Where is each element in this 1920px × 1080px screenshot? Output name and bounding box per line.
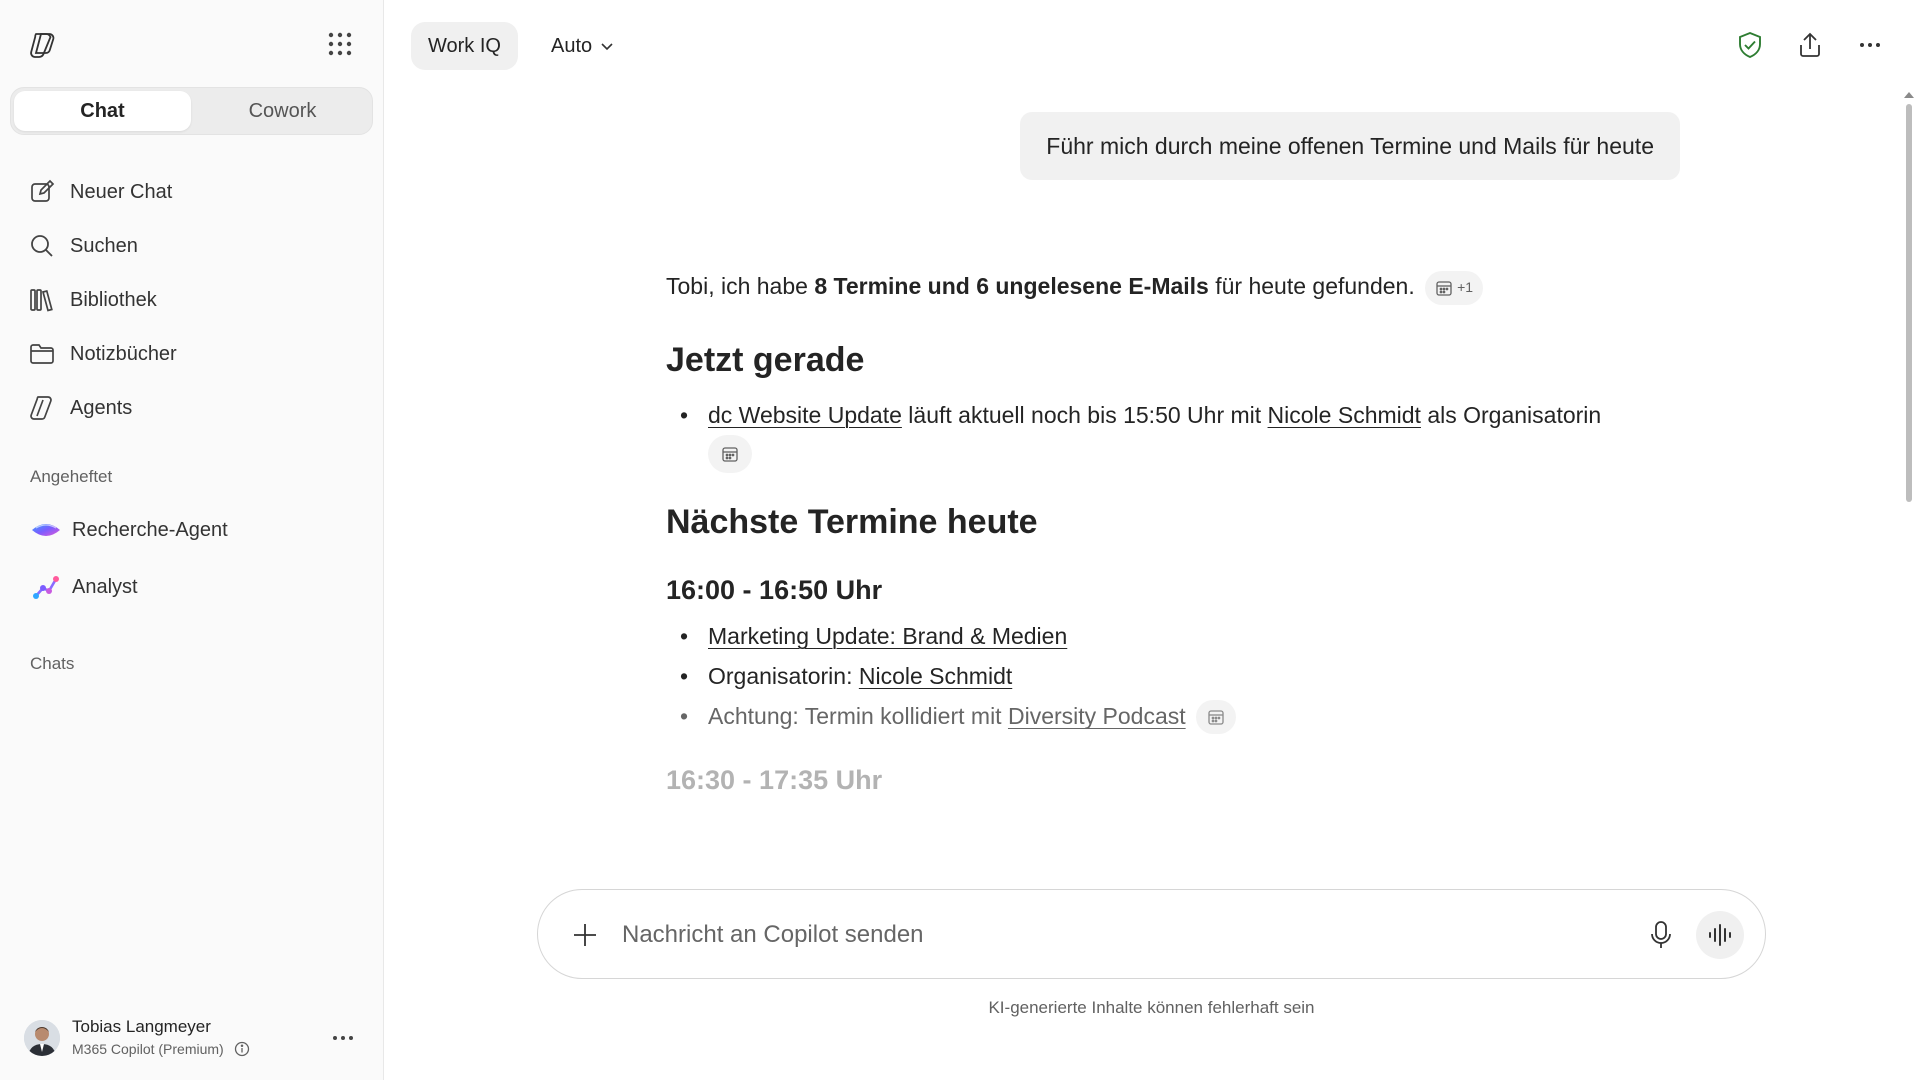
answer-intro: Tobi, ich habe 8 Termine und 6 ungelesen… [666, 270, 1686, 305]
ai-disclaimer: KI-generierte Inhalte können fehlerhaft … [988, 998, 1315, 1017]
section-heading-now: Jetzt gerade [666, 340, 865, 379]
intro-text-end: für heute gefunden. [1208, 273, 1415, 299]
app-grid-icon[interactable] [326, 30, 354, 58]
shield-check-icon[interactable] [1735, 30, 1765, 60]
library-icon [28, 286, 56, 314]
chevron-down-icon [600, 39, 614, 53]
pinned-label: Recherche-Agent [72, 518, 228, 541]
model-label: Auto [551, 34, 593, 57]
citation-count: +1 [1457, 279, 1474, 296]
research-agent-icon [30, 514, 62, 546]
tab-chat[interactable]: Chat [14, 91, 191, 131]
profile[interactable]: Tobias Langmeyer M365 Copilot (Premium) [24, 1016, 364, 1066]
meeting-link[interactable]: dc Website Update [708, 402, 902, 428]
person-link[interactable]: Nicole Schmidt [1268, 402, 1421, 428]
more-icon[interactable] [1855, 30, 1885, 60]
profile-name: Tobias Langmeyer [72, 1017, 211, 1036]
citation-chip[interactable] [1196, 700, 1237, 735]
tab-cowork[interactable]: Cowork [194, 91, 371, 131]
item-text-end: als Organisatorin [1420, 401, 1602, 428]
meeting-link[interactable]: Diversity Podcast [1008, 703, 1186, 729]
compose-icon [28, 178, 56, 206]
model-selector[interactable]: Auto [551, 30, 614, 62]
agents-icon [28, 394, 56, 422]
meeting-link[interactable]: Marketing Update: Brand & Medien [708, 623, 1067, 649]
citation-chip[interactable]: +1 [1425, 270, 1484, 305]
calendar-icon [1436, 281, 1452, 296]
plus-icon[interactable] [570, 920, 600, 950]
nav-search[interactable]: Suchen [28, 228, 138, 264]
sidebar: Chat Cowork Neuer Chat Suchen Bibliothek… [0, 0, 384, 1080]
intro-text: Tobi, ich habe [666, 273, 815, 299]
share-icon[interactable] [1795, 30, 1825, 60]
scroll-up-arrow[interactable] [1904, 92, 1914, 98]
list-item: Marketing Update: Brand & Medien [666, 620, 1686, 652]
nav-label: Notizbücher [70, 342, 177, 365]
analyst-icon [30, 571, 62, 603]
pinned-section-label: Angeheftet [30, 467, 113, 486]
calendar-icon [722, 447, 738, 462]
time-slot-heading: 16:00 - 16:50 Uhr [666, 575, 883, 606]
assistant-answer: Tobi, ich habe 8 Termine und 6 ungelesen… [666, 270, 1686, 810]
nav-agents[interactable]: Agents [28, 390, 132, 426]
profile-tier: M365 Copilot (Premium) [72, 1041, 250, 1057]
info-icon[interactable] [234, 1041, 250, 1057]
profile-tier-label: M365 Copilot (Premium) [72, 1041, 224, 1057]
slot-list: Marketing Update: Brand & Medien Organis… [666, 620, 1686, 735]
list-item: Organisatorin: Nicole Schmidt [666, 660, 1686, 692]
pinned-research-agent[interactable]: Recherche-Agent [30, 512, 228, 548]
copilot-logo-icon[interactable] [26, 28, 58, 60]
citation-chip[interactable] [708, 434, 752, 473]
folder-icon [28, 340, 56, 368]
avatar [24, 1020, 60, 1056]
pinned-analyst[interactable]: Analyst [30, 569, 138, 605]
user-message: Führ mich durch meine offenen Termine un… [1020, 112, 1680, 180]
profile-more-icon[interactable] [330, 1028, 356, 1048]
nav-notebooks[interactable]: Notizbücher [28, 336, 177, 372]
list-item: Achtung: Termin kollidiert mit Diversity… [666, 700, 1686, 735]
section-heading-next: Nächste Termine heute [666, 502, 1038, 541]
message-composer [537, 889, 1766, 979]
calendar-icon [1208, 710, 1224, 726]
nav-label: Agents [70, 396, 133, 419]
now-list: dc Website Update läuft aktuell noch bis… [666, 399, 1686, 473]
search-icon [28, 232, 56, 260]
scrollbar-thumb[interactable] [1906, 104, 1912, 502]
time-slot-heading: 16:30 - 17:35 Uhr [666, 765, 883, 796]
chats-section-label: Chats [30, 654, 75, 673]
intro-bold: 8 Termine und 6 ungelesene E-Mails [814, 273, 1209, 299]
nav-label: Neuer Chat [70, 180, 173, 203]
mic-icon[interactable] [1646, 919, 1676, 951]
work-iq-toggle[interactable]: Work IQ [411, 22, 518, 70]
item-text: läuft aktuell noch bis 15:50 Uhr mit [901, 401, 1268, 428]
nav-library[interactable]: Bibliothek [28, 282, 157, 318]
mode-switch: Chat Cowork [10, 87, 373, 135]
item-text: Organisatorin: [708, 663, 859, 690]
message-input[interactable] [622, 912, 1622, 958]
nav-label: Suchen [70, 234, 138, 257]
person-link[interactable]: Nicole Schmidt [859, 663, 1012, 689]
voice-wave-icon[interactable] [1696, 911, 1744, 959]
nav-new-chat[interactable]: Neuer Chat [28, 174, 172, 210]
item-text: Achtung: Termin kollidiert mit [708, 703, 1008, 730]
list-item: dc Website Update läuft aktuell noch bis… [666, 399, 1686, 473]
pinned-label: Analyst [72, 575, 138, 598]
nav-label: Bibliothek [70, 288, 157, 311]
